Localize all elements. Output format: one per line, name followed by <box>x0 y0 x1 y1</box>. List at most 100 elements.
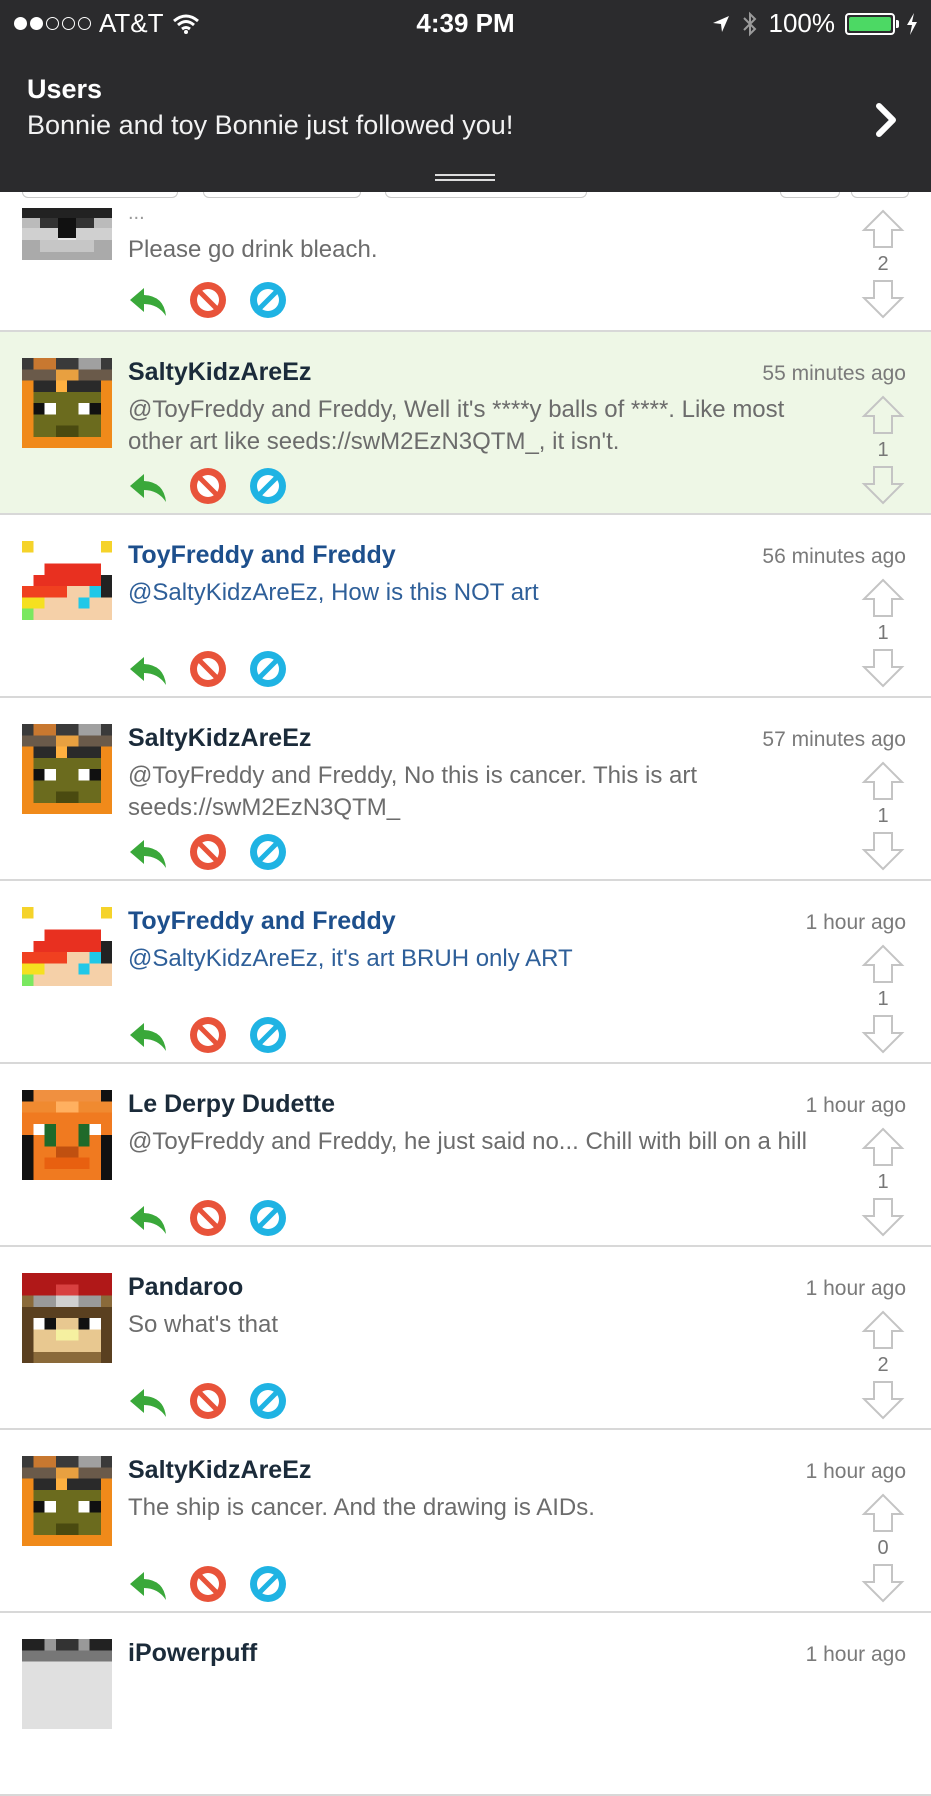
upvote-arrow-icon[interactable] <box>861 1309 905 1351</box>
notification-body: Bonnie and toy Bonnie just followed you! <box>27 110 514 140</box>
reply-icon[interactable] <box>128 280 168 320</box>
upvote-arrow-icon[interactable] <box>861 208 905 250</box>
notification-banner[interactable]: AT&T 4:39 PM 100% Users Bonnie and toy B… <box>0 0 931 192</box>
upvote-arrow-icon[interactable] <box>861 760 905 802</box>
avatar[interactable] <box>22 541 112 631</box>
downvote-arrow-icon[interactable] <box>861 647 905 689</box>
timestamp: 1 hour ago <box>805 1460 906 1483</box>
block-icon[interactable] <box>188 1381 228 1421</box>
upvote-arrow-icon[interactable] <box>861 943 905 985</box>
charging-bolt-icon <box>907 12 917 35</box>
timestamp: 1 hour ago <box>805 1277 906 1300</box>
block-icon[interactable] <box>188 466 228 506</box>
timestamp: 56 minutes ago <box>762 545 906 568</box>
block-icon[interactable] <box>188 1564 228 1604</box>
avatar[interactable] <box>22 358 112 448</box>
avatar[interactable] <box>22 1273 112 1363</box>
block-icon[interactable] <box>188 280 228 320</box>
comment-item: SaltyKidzAreEz 1 hour ago The ship is ca… <box>0 1430 931 1613</box>
mute-icon[interactable] <box>248 1015 288 1055</box>
comment-item: Le Derpy Dudette 1 hour ago @ToyFreddy a… <box>0 1064 931 1247</box>
location-arrow-icon <box>712 15 729 32</box>
username[interactable]: Pandaroo <box>128 1273 243 1302</box>
mute-icon[interactable] <box>248 466 288 506</box>
upvote-arrow-icon[interactable] <box>861 577 905 619</box>
username[interactable]: SaltyKidzAreEz <box>128 358 311 387</box>
mute-icon[interactable] <box>248 280 288 320</box>
reply-icon[interactable] <box>128 1564 168 1604</box>
block-icon[interactable] <box>188 1015 228 1055</box>
timestamp: 55 minutes ago <box>762 362 906 385</box>
truncated-indicator: ... <box>128 202 145 224</box>
comment-item: ... Please go drink bleach. 2 <box>0 192 931 332</box>
comment-text: @SaltyKidzAreEz, How is this NOT art <box>128 579 539 606</box>
mute-icon[interactable] <box>248 1564 288 1604</box>
downvote-arrow-icon[interactable] <box>861 1562 905 1604</box>
timestamp: 1 hour ago <box>805 1643 906 1666</box>
comment-item: iPowerpuff 1 hour ago <box>0 1613 931 1796</box>
comment-item: Pandaroo 1 hour ago So what's that 2 <box>0 1247 931 1430</box>
username[interactable]: ToyFreddy and Freddy <box>128 907 396 936</box>
chevron-right-icon[interactable] <box>871 100 901 140</box>
username[interactable]: SaltyKidzAreEz <box>128 1456 311 1485</box>
vote-count: 2 <box>877 1354 889 1376</box>
avatar[interactable] <box>22 724 112 814</box>
comment-item: SaltyKidzAreEz 57 minutes ago @ToyFreddy… <box>0 698 931 881</box>
avatar[interactable] <box>22 1456 112 1546</box>
mute-icon[interactable] <box>248 649 288 689</box>
reply-icon[interactable] <box>128 1381 168 1421</box>
username[interactable]: SaltyKidzAreEz <box>128 724 311 753</box>
notification-title: Users <box>27 74 103 104</box>
block-icon[interactable] <box>188 832 228 872</box>
status-bar: AT&T 4:39 PM 100% <box>0 0 931 46</box>
timestamp: 1 hour ago <box>805 911 906 934</box>
avatar[interactable] <box>22 1639 112 1729</box>
username[interactable]: iPowerpuff <box>128 1639 257 1668</box>
avatar[interactable] <box>22 907 112 997</box>
downvote-arrow-icon[interactable] <box>861 278 905 320</box>
comment-feed[interactable]: ... Please go drink bleach. 2 SaltyKidzA… <box>0 192 931 1796</box>
comment-text: Please go drink bleach. <box>128 236 378 263</box>
comment-item: ToyFreddy and Freddy 56 minutes ago @Sal… <box>0 515 931 698</box>
reply-icon[interactable] <box>128 1198 168 1238</box>
downvote-arrow-icon[interactable] <box>861 1013 905 1055</box>
vote-count: 1 <box>877 622 889 644</box>
comment-text: The ship is cancer. And the drawing is A… <box>128 1494 595 1521</box>
battery-icon <box>845 12 899 35</box>
comment-text: @ToyFreddy and Freddy, Well it's ****y b… <box>128 396 785 455</box>
comment-text: @ToyFreddy and Freddy, he just said no..… <box>128 1128 807 1155</box>
comment-text: @ToyFreddy and Freddy, No this is cancer… <box>128 762 698 821</box>
reply-icon[interactable] <box>128 1015 168 1055</box>
username[interactable]: ToyFreddy and Freddy <box>128 541 396 570</box>
vote-count: 1 <box>877 439 889 461</box>
upvote-arrow-icon[interactable] <box>861 1492 905 1534</box>
downvote-arrow-icon[interactable] <box>861 1379 905 1421</box>
vote-count: 1 <box>877 805 889 827</box>
downvote-arrow-icon[interactable] <box>861 1196 905 1238</box>
upvote-arrow-icon[interactable] <box>861 394 905 436</box>
battery-percent: 100% <box>768 8 836 38</box>
mute-icon[interactable] <box>248 1381 288 1421</box>
mute-icon[interactable] <box>248 1198 288 1238</box>
avatar[interactable] <box>22 208 112 260</box>
avatar[interactable] <box>22 1090 112 1180</box>
comment-item: SaltyKidzAreEz 55 minutes ago @ToyFreddy… <box>0 332 931 515</box>
comment-item: ToyFreddy and Freddy 1 hour ago @SaltyKi… <box>0 881 931 1064</box>
reply-icon[interactable] <box>128 649 168 689</box>
downvote-arrow-icon[interactable] <box>861 830 905 872</box>
username[interactable]: Le Derpy Dudette <box>128 1090 335 1119</box>
block-icon[interactable] <box>188 649 228 689</box>
downvote-arrow-icon[interactable] <box>861 464 905 506</box>
block-icon[interactable] <box>188 1198 228 1238</box>
bluetooth-icon <box>742 11 756 36</box>
vote-count: 2 <box>877 253 889 275</box>
comment-text: So what's that <box>128 1311 278 1338</box>
reply-icon[interactable] <box>128 832 168 872</box>
vote-count: 0 <box>877 1537 889 1559</box>
vote-count: 1 <box>877 1171 889 1193</box>
upvote-arrow-icon[interactable] <box>861 1126 905 1168</box>
vote-count: 1 <box>877 988 889 1010</box>
banner-grabber[interactable] <box>435 174 495 184</box>
reply-icon[interactable] <box>128 466 168 506</box>
mute-icon[interactable] <box>248 832 288 872</box>
